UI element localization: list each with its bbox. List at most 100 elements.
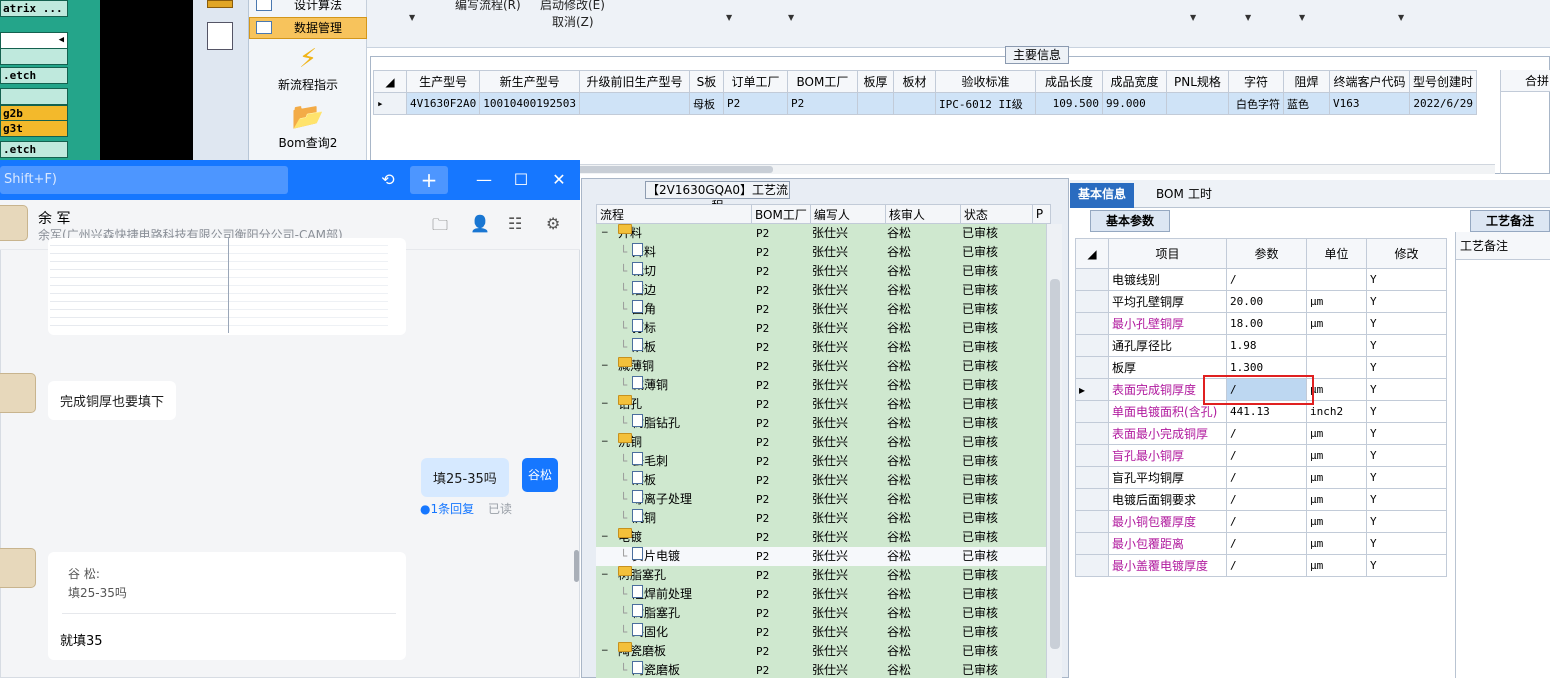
vertical-scrollbar[interactable] [1046, 224, 1062, 678]
collapse-icon[interactable]: − [601, 395, 609, 414]
dropdown-arrow-icon[interactable]: ▼ [409, 13, 415, 22]
param-value[interactable]: / [1226, 554, 1307, 577]
flow-row[interactable]: └ 裁切 P2 张仕兴 谷松 已审核 [596, 262, 1046, 281]
column-header[interactable]: 状态 [959, 204, 1033, 224]
param-value[interactable]: / [1226, 268, 1307, 291]
column-header[interactable]: 新生产型号 [479, 70, 580, 93]
close-icon[interactable]: ✕ [541, 166, 577, 194]
column-header[interactable]: 型号创建时 [1408, 70, 1477, 93]
column-header[interactable]: 板材 [892, 70, 936, 93]
dropdown-arrow-icon[interactable]: ▼ [1245, 13, 1251, 22]
flow-row[interactable]: └ 等离子处理 P2 张仕兴 谷松 已审核 [596, 490, 1046, 509]
layer-item[interactable]: .etch [0, 141, 68, 158]
param-modify[interactable]: Y [1366, 444, 1447, 467]
layer-item[interactable]: g3t [0, 120, 68, 137]
menu-data-mgmt[interactable]: 数据管理 [249, 17, 367, 39]
column-header[interactable]: 核审人 [884, 204, 961, 224]
my-avatar[interactable]: 谷松 [522, 458, 558, 492]
flow-row[interactable]: −沉铜P2张仕兴谷松已审核 [596, 433, 1046, 452]
flow-row[interactable]: └ 负片电镀 P2 张仕兴 谷松 已审核 [596, 547, 1046, 566]
write-flow-button[interactable]: 编写流程(R) [455, 0, 521, 13]
folder-icon[interactable]: 🗀 [432, 214, 448, 241]
message-bubble[interactable]: 填25-35吗 [421, 458, 509, 497]
table-cell[interactable]: 109.500 [1034, 92, 1103, 115]
param-value[interactable]: / [1226, 510, 1307, 533]
table-cell[interactable]: IPC-6012 II级 [934, 92, 1036, 115]
column-header[interactable]: 终端客户代码 [1328, 70, 1410, 93]
param-row[interactable]: 盲孔平均铜厚 / μm Y [1075, 466, 1447, 489]
minimize-icon[interactable]: — [466, 166, 502, 194]
collapse-icon[interactable]: − [601, 566, 609, 585]
flow-row[interactable]: └ 磨边 P2 张仕兴 谷松 已审核 [596, 281, 1046, 300]
param-modify[interactable]: Y [1366, 356, 1447, 379]
table-cell[interactable]: 4V1630F2A0 [405, 92, 481, 115]
flow-row[interactable]: −开料P2张仕兴谷松已审核 [596, 224, 1046, 243]
grid-icon[interactable] [207, 0, 233, 8]
column-header[interactable]: 字符 [1227, 70, 1284, 93]
tab-basic-info[interactable]: 基本信息 [1070, 183, 1135, 208]
table-cell[interactable]: 蓝色 [1282, 92, 1330, 115]
table-cell[interactable]: 白色字符 [1227, 92, 1284, 115]
column-header[interactable]: BOM工厂 [786, 70, 858, 93]
column-header[interactable]: BOM工厂 [751, 204, 811, 224]
dropdown-arrow-icon[interactable]: ▼ [726, 13, 732, 22]
maximize-icon[interactable]: ☐ [503, 166, 539, 194]
param-modify[interactable]: Y [1366, 532, 1447, 555]
flow-row[interactable]: └ 烘板 P2 张仕兴 谷松 已审核 [596, 338, 1046, 357]
dropdown-arrow-icon[interactable]: ▼ [1190, 13, 1196, 22]
search-input[interactable]: Shift+F) [0, 166, 288, 194]
flow-row[interactable]: − 减薄铜 P2 张仕兴 谷松 已审核 [596, 357, 1046, 376]
param-value[interactable]: / [1226, 444, 1307, 467]
table-cell[interactable]: 99.000 [1101, 92, 1167, 115]
param-value[interactable]: / [1226, 422, 1307, 445]
param-value[interactable]: / [1226, 488, 1307, 511]
flow-row[interactable]: −电镀P2张仕兴谷松已审核 [596, 528, 1046, 547]
param-modify[interactable]: Y [1366, 466, 1447, 489]
param-row[interactable]: 平均孔壁铜厚 20.00 μm Y [1075, 290, 1447, 313]
column-header[interactable]: 流程 [596, 204, 752, 224]
collapse-icon[interactable]: − [601, 642, 609, 661]
table-cell[interactable] [892, 92, 936, 115]
param-value[interactable]: / [1226, 532, 1307, 555]
column-header[interactable]: 单位 [1306, 238, 1367, 269]
param-modify[interactable]: Y [1366, 400, 1447, 423]
gear-icon[interactable]: ⚙ [546, 214, 560, 233]
table-cell[interactable]: 2022/6/29 [1408, 92, 1477, 115]
search-list-icon[interactable]: ☷ [508, 214, 522, 233]
collapse-icon[interactable]: − [601, 357, 609, 376]
layer-item[interactable]: ◀ [0, 32, 68, 49]
scroll-thumb[interactable] [1050, 279, 1060, 649]
message-bubble[interactable]: 完成铜厚也要填下 [48, 381, 177, 420]
param-row[interactable]: 最小盖覆电镀厚度 / μm Y [1075, 554, 1447, 577]
flow-row[interactable]: └ 树脂塞孔 P2 张仕兴 谷松 已审核 [596, 604, 1046, 623]
param-row[interactable]: 电镀线别 / Y [1075, 268, 1447, 291]
table-cell[interactable] [856, 92, 894, 115]
table-cell[interactable]: 10010400192503 [479, 92, 580, 115]
screenshot-thumbnail[interactable] [48, 238, 406, 335]
tab-basic-params[interactable]: 基本参数 [1090, 210, 1170, 232]
column-header[interactable]: 升级前旧生产型号 [578, 70, 690, 93]
flow-row[interactable]: └ 圆角 P2 张仕兴 谷松 已审核 [596, 300, 1046, 319]
param-value[interactable]: 1.98 [1226, 334, 1307, 357]
table-row[interactable]: ▸ 4V1630F2A0 10010400192503 母板 P2 P2 IPC… [373, 92, 1477, 115]
layer-item[interactable] [0, 88, 68, 105]
avatar[interactable] [0, 548, 36, 588]
avatar[interactable] [0, 205, 28, 241]
column-header[interactable]: P [1031, 204, 1051, 224]
cancel-button[interactable]: 取消(Z) [552, 13, 594, 30]
param-modify[interactable]: Y [1366, 488, 1447, 511]
param-row[interactable]: 盲孔最小铜厚 / μm Y [1075, 444, 1447, 467]
flow-row[interactable]: └ 开料 P2 张仕兴 谷松 已审核 [596, 243, 1046, 262]
table-cell[interactable]: P2 [722, 92, 788, 115]
flow-row[interactable]: └ 打标 P2 张仕兴 谷松 已审核 [596, 319, 1046, 338]
layer-item[interactable]: atrix ... [0, 0, 68, 17]
column-header[interactable]: 成品宽度 [1101, 70, 1167, 93]
param-row[interactable]: 最小孔壁铜厚 18.00 μm Y [1075, 312, 1447, 335]
column-header[interactable]: 验收标准 [934, 70, 1036, 93]
calculator-icon[interactable] [207, 22, 233, 50]
flow-row[interactable]: └ 沉铜 P2 张仕兴 谷松 已审核 [596, 509, 1046, 528]
flow-row[interactable]: └ 去毛刺 P2 张仕兴 谷松 已审核 [596, 452, 1046, 471]
collapse-icon[interactable]: − [601, 224, 609, 243]
param-modify[interactable]: Y [1366, 510, 1447, 533]
column-header[interactable]: S板 [688, 70, 724, 93]
